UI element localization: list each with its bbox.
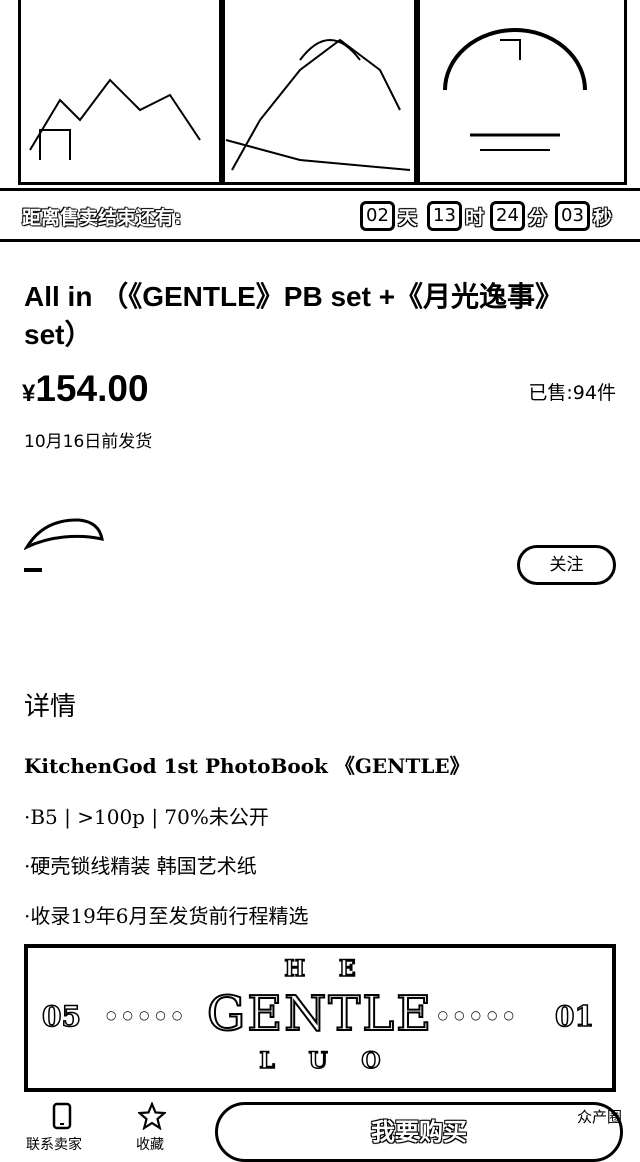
shipping-date: 10月16日前发货: [24, 432, 153, 452]
promo-main-text: GENTLE: [206, 985, 434, 1043]
favorite-label[interactable]: 收藏: [136, 1134, 164, 1154]
countdown-seconds: 03: [555, 201, 590, 231]
promo-dots-right: ○○○○○: [437, 1008, 520, 1022]
details-line-1: KitchenGod 1st PhotoBook 《GENTLE》: [24, 754, 470, 778]
countdown-seconds-unit: 秒: [593, 207, 613, 229]
countdown-days: 02: [360, 201, 395, 231]
countdown-label: 距离售卖结束还有:: [22, 207, 183, 230]
promo-bottom-text: L U O: [259, 1047, 382, 1075]
details-line-4: ·收录19年6月至发货前行程精选: [24, 904, 309, 928]
watermark-text: 众产圈: [576, 1108, 622, 1126]
contact-seller-label[interactable]: 联系卖家: [26, 1134, 82, 1154]
promo-top-text: H E: [284, 955, 357, 983]
price-currency: ¥: [22, 380, 36, 407]
details-line-3: ·硬壳锁线精装 韩国艺术纸: [24, 854, 257, 878]
countdown-hours-unit: 时: [465, 207, 485, 229]
countdown-days-unit: 天: [398, 207, 418, 229]
details-heading: 详情: [24, 692, 77, 722]
sold-count: 已售:94件: [528, 382, 616, 404]
countdown-hours: 13: [427, 201, 462, 231]
details-line-2: ·B5 | >100p | 70%未公开: [24, 805, 269, 829]
promo-right-number: 01: [554, 999, 594, 1034]
shop-name[interactable]: [24, 568, 42, 572]
price-value: 154.00: [35, 368, 149, 409]
promo-image: H E 05 ○○○○○ GENTLE ○○○○○ 01 L U O: [24, 944, 616, 1092]
buy-button[interactable]: 我要购买: [215, 1102, 623, 1162]
product-image-banner[interactable]: 距离售卖结束还有: 02 天 13 时 24 分 03 秒: [0, 0, 640, 243]
sale-countdown: 距离售卖结束还有: 02 天 13 时 24 分 03 秒: [0, 188, 640, 242]
phone-icon[interactable]: [48, 1102, 76, 1130]
product-price: ¥154.00: [22, 368, 149, 410]
star-icon[interactable]: [138, 1102, 166, 1130]
shop-avatar[interactable]: [24, 517, 104, 557]
follow-button[interactable]: 关注: [517, 545, 616, 585]
product-title: All in （《GENTLE》PB set +《月光逸事》set）: [24, 281, 564, 350]
countdown-minutes: 24: [490, 201, 525, 231]
countdown-minutes-unit: 分: [528, 207, 548, 229]
